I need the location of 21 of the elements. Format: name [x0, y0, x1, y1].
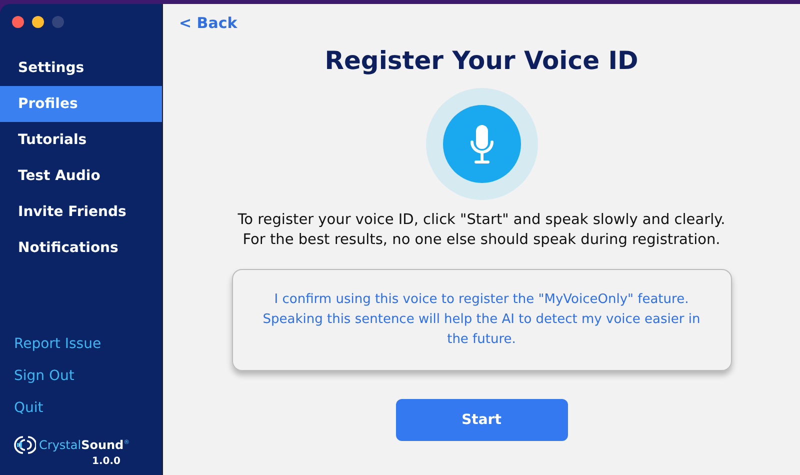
sidebar-item[interactable]: Invite Friends — [0, 194, 162, 230]
logo-wordmark: CrystalSound$^{®}$ — [39, 438, 130, 452]
back-link[interactable]: < Back — [179, 14, 238, 32]
sidebar-link[interactable]: Quit — [14, 392, 162, 424]
sidebar-item[interactable]: Tutorials — [0, 122, 162, 158]
start-button[interactable]: Start — [396, 399, 568, 441]
sentence-text: I confirm using this voice to register the "MyVoiceOnly" feature. Speaking this sentence will help the AI to detect my voice easier in the future. — [262, 291, 702, 349]
sidebar-item[interactable]: Settings — [0, 50, 162, 86]
page-title: Register Your Voice ID — [324, 46, 638, 75]
close-window-button[interactable] — [12, 16, 24, 28]
microphone-icon — [470, 124, 494, 164]
instruction-text: For the best results, no one else should speak during registration. — [242, 231, 720, 250]
sidebar-item[interactable]: Notifications — [0, 230, 162, 266]
sound-wave-logo-icon — [14, 434, 36, 456]
sidebar-link[interactable]: Sign Out — [14, 360, 162, 392]
version-label: 1.0.0 — [92, 456, 120, 467]
instruction-text: To register your voice ID, click "Start" and speak slowly and clearly. — [238, 211, 726, 230]
sidebar-item[interactable]: Profiles — [0, 86, 162, 122]
sidebar-link[interactable]: Report Issue — [14, 328, 162, 360]
minimize-window-button[interactable] — [32, 16, 44, 28]
sidebar-item[interactable]: Test Audio — [0, 158, 162, 194]
